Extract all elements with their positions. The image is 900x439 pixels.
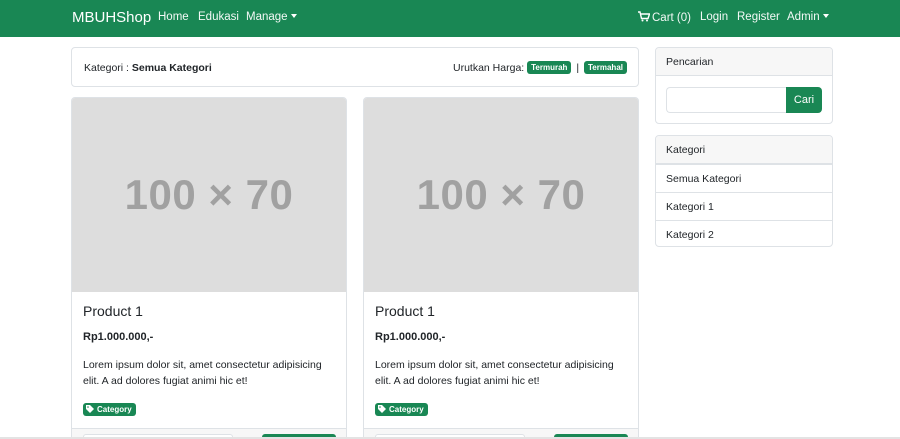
search-panel-title: Pencarian	[656, 48, 832, 76]
placeholder-text: 100 × 70	[124, 171, 294, 218]
category-item-1[interactable]: Kategori 1	[656, 192, 832, 220]
filter-bar: Kategori : Semua Kategori Urutkan Harga:…	[71, 47, 639, 87]
tag-icon	[378, 405, 386, 413]
nav-manage-label: Manage	[246, 11, 288, 23]
category-badge-label: Category	[97, 405, 132, 414]
chevron-down-icon	[822, 14, 829, 18]
category-badge-label: Category	[389, 405, 424, 414]
top-navbar: MBUHShop Home Edukasi Manage Cart (0) Lo…	[0, 0, 900, 37]
product-card: 100 × 70 Product 1 Rp1.000.000,- Lorem i…	[363, 97, 639, 439]
product-description: Lorem ipsum dolor sit, amet consectetur …	[375, 359, 614, 387]
sort-controls: Urutkan Harga: Termurah | Termahal	[453, 61, 627, 74]
nav-admin-dropdown[interactable]: Admin	[787, 11, 829, 23]
product-title[interactable]: Product 1	[83, 303, 143, 319]
search-panel: Pencarian Cari	[655, 47, 833, 124]
nav-home-link[interactable]: Home	[158, 11, 189, 23]
sort-most-expensive-button[interactable]: Termahal	[584, 61, 627, 74]
product-price: Rp1.000.000,-	[375, 331, 446, 343]
nav-register-link[interactable]: Register	[737, 11, 780, 23]
nav-login-link[interactable]: Login	[700, 11, 728, 23]
product-price: Rp1.000.000,-	[83, 331, 154, 343]
search-button[interactable]: Cari	[786, 87, 822, 113]
category-filter-label: Kategori : Semua Kategori	[84, 62, 212, 74]
nav-edukasi-link[interactable]: Edukasi	[198, 11, 239, 23]
category-badge[interactable]: Category	[83, 403, 136, 416]
nav-manage-dropdown[interactable]: Manage	[246, 11, 297, 23]
category-panel: Kategori Semua Kategori Kategori 1 Kateg…	[655, 135, 833, 247]
product-card: 100 × 70 Product 1 Rp1.000.000,- Lorem i…	[71, 97, 347, 439]
nav-admin-label: Admin	[787, 11, 820, 23]
product-description: Lorem ipsum dolor sit, amet consectetur …	[83, 359, 322, 387]
category-item-2[interactable]: Kategori 2	[656, 220, 832, 246]
nav-cart-link[interactable]: Cart (0)	[638, 11, 691, 24]
product-image-placeholder[interactable]: 100 × 70	[72, 98, 346, 292]
tag-icon	[86, 405, 94, 413]
sort-cheapest-button[interactable]: Termurah	[527, 61, 572, 74]
search-input[interactable]	[666, 87, 786, 113]
category-panel-title: Kategori	[656, 136, 832, 164]
category-prefix: Kategori :	[84, 62, 132, 74]
shopping-cart-icon	[638, 11, 650, 22]
product-image-placeholder[interactable]: 100 × 70	[364, 98, 638, 292]
product-title[interactable]: Product 1	[375, 303, 435, 319]
category-badge[interactable]: Category	[375, 403, 428, 416]
brand-logo[interactable]: MBUHShop	[72, 9, 151, 26]
cart-label: Cart (0)	[652, 12, 691, 24]
placeholder-text: 100 × 70	[416, 171, 586, 218]
current-category: Semua Kategori	[131, 62, 212, 74]
sort-label: Urutkan Harga:	[453, 62, 525, 74]
category-item-all[interactable]: Semua Kategori	[656, 164, 832, 192]
sort-separator: |	[576, 62, 580, 74]
chevron-down-icon	[290, 14, 297, 18]
